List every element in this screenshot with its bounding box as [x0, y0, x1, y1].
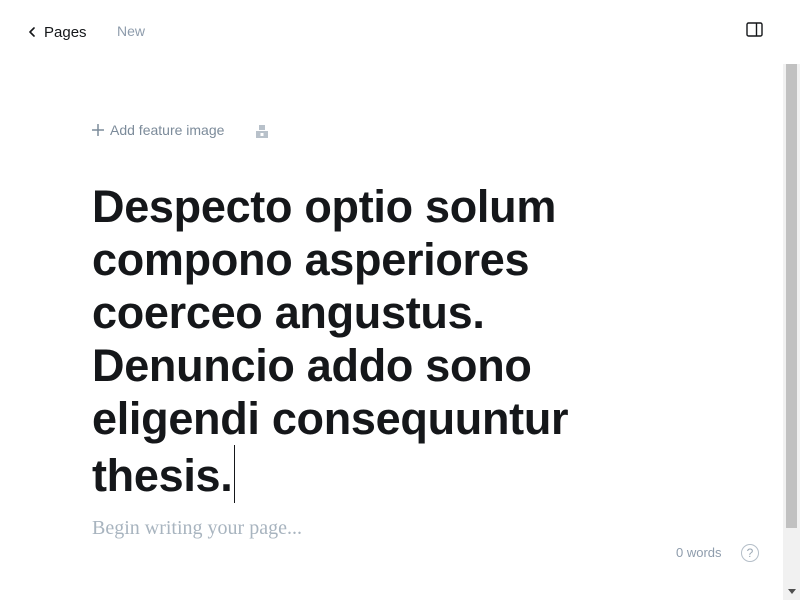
- post-status: New: [117, 23, 146, 39]
- feature-image-label: Add feature image: [110, 122, 225, 138]
- chevron-left-icon: [24, 24, 40, 40]
- back-link-label: Pages: [44, 23, 87, 41]
- plus-icon: [92, 124, 104, 136]
- settings-panel-toggle[interactable]: [744, 22, 764, 42]
- post-title[interactable]: Despecto optio solum compono asperiores …: [92, 180, 652, 503]
- title-line: compono asperiores: [92, 234, 530, 285]
- help-icon[interactable]: ?: [741, 544, 759, 562]
- word-count: 0 words: [676, 545, 722, 560]
- sidebar-toggle-icon: [745, 22, 763, 42]
- title-line: Denuncio addo sono: [92, 340, 532, 391]
- title-line: Despecto optio solum: [92, 181, 557, 232]
- scroll-down-arrow[interactable]: [784, 584, 799, 598]
- editor-body-placeholder[interactable]: Begin writing your page...: [92, 517, 652, 540]
- editor-header: Pages New: [0, 0, 800, 64]
- help-icon-glyph: ?: [746, 546, 754, 560]
- back-to-pages-link[interactable]: Pages: [24, 20, 87, 44]
- scrollbar-thumb[interactable]: [786, 64, 797, 528]
- text-cursor: [234, 445, 236, 503]
- snippet-icon[interactable]: [254, 123, 270, 139]
- title-line: eligendi consequuntur: [92, 393, 569, 444]
- title-line: thesis.: [92, 450, 233, 501]
- title-line: coerceo angustus.: [92, 287, 485, 338]
- add-feature-image-button[interactable]: Add feature image: [92, 122, 224, 138]
